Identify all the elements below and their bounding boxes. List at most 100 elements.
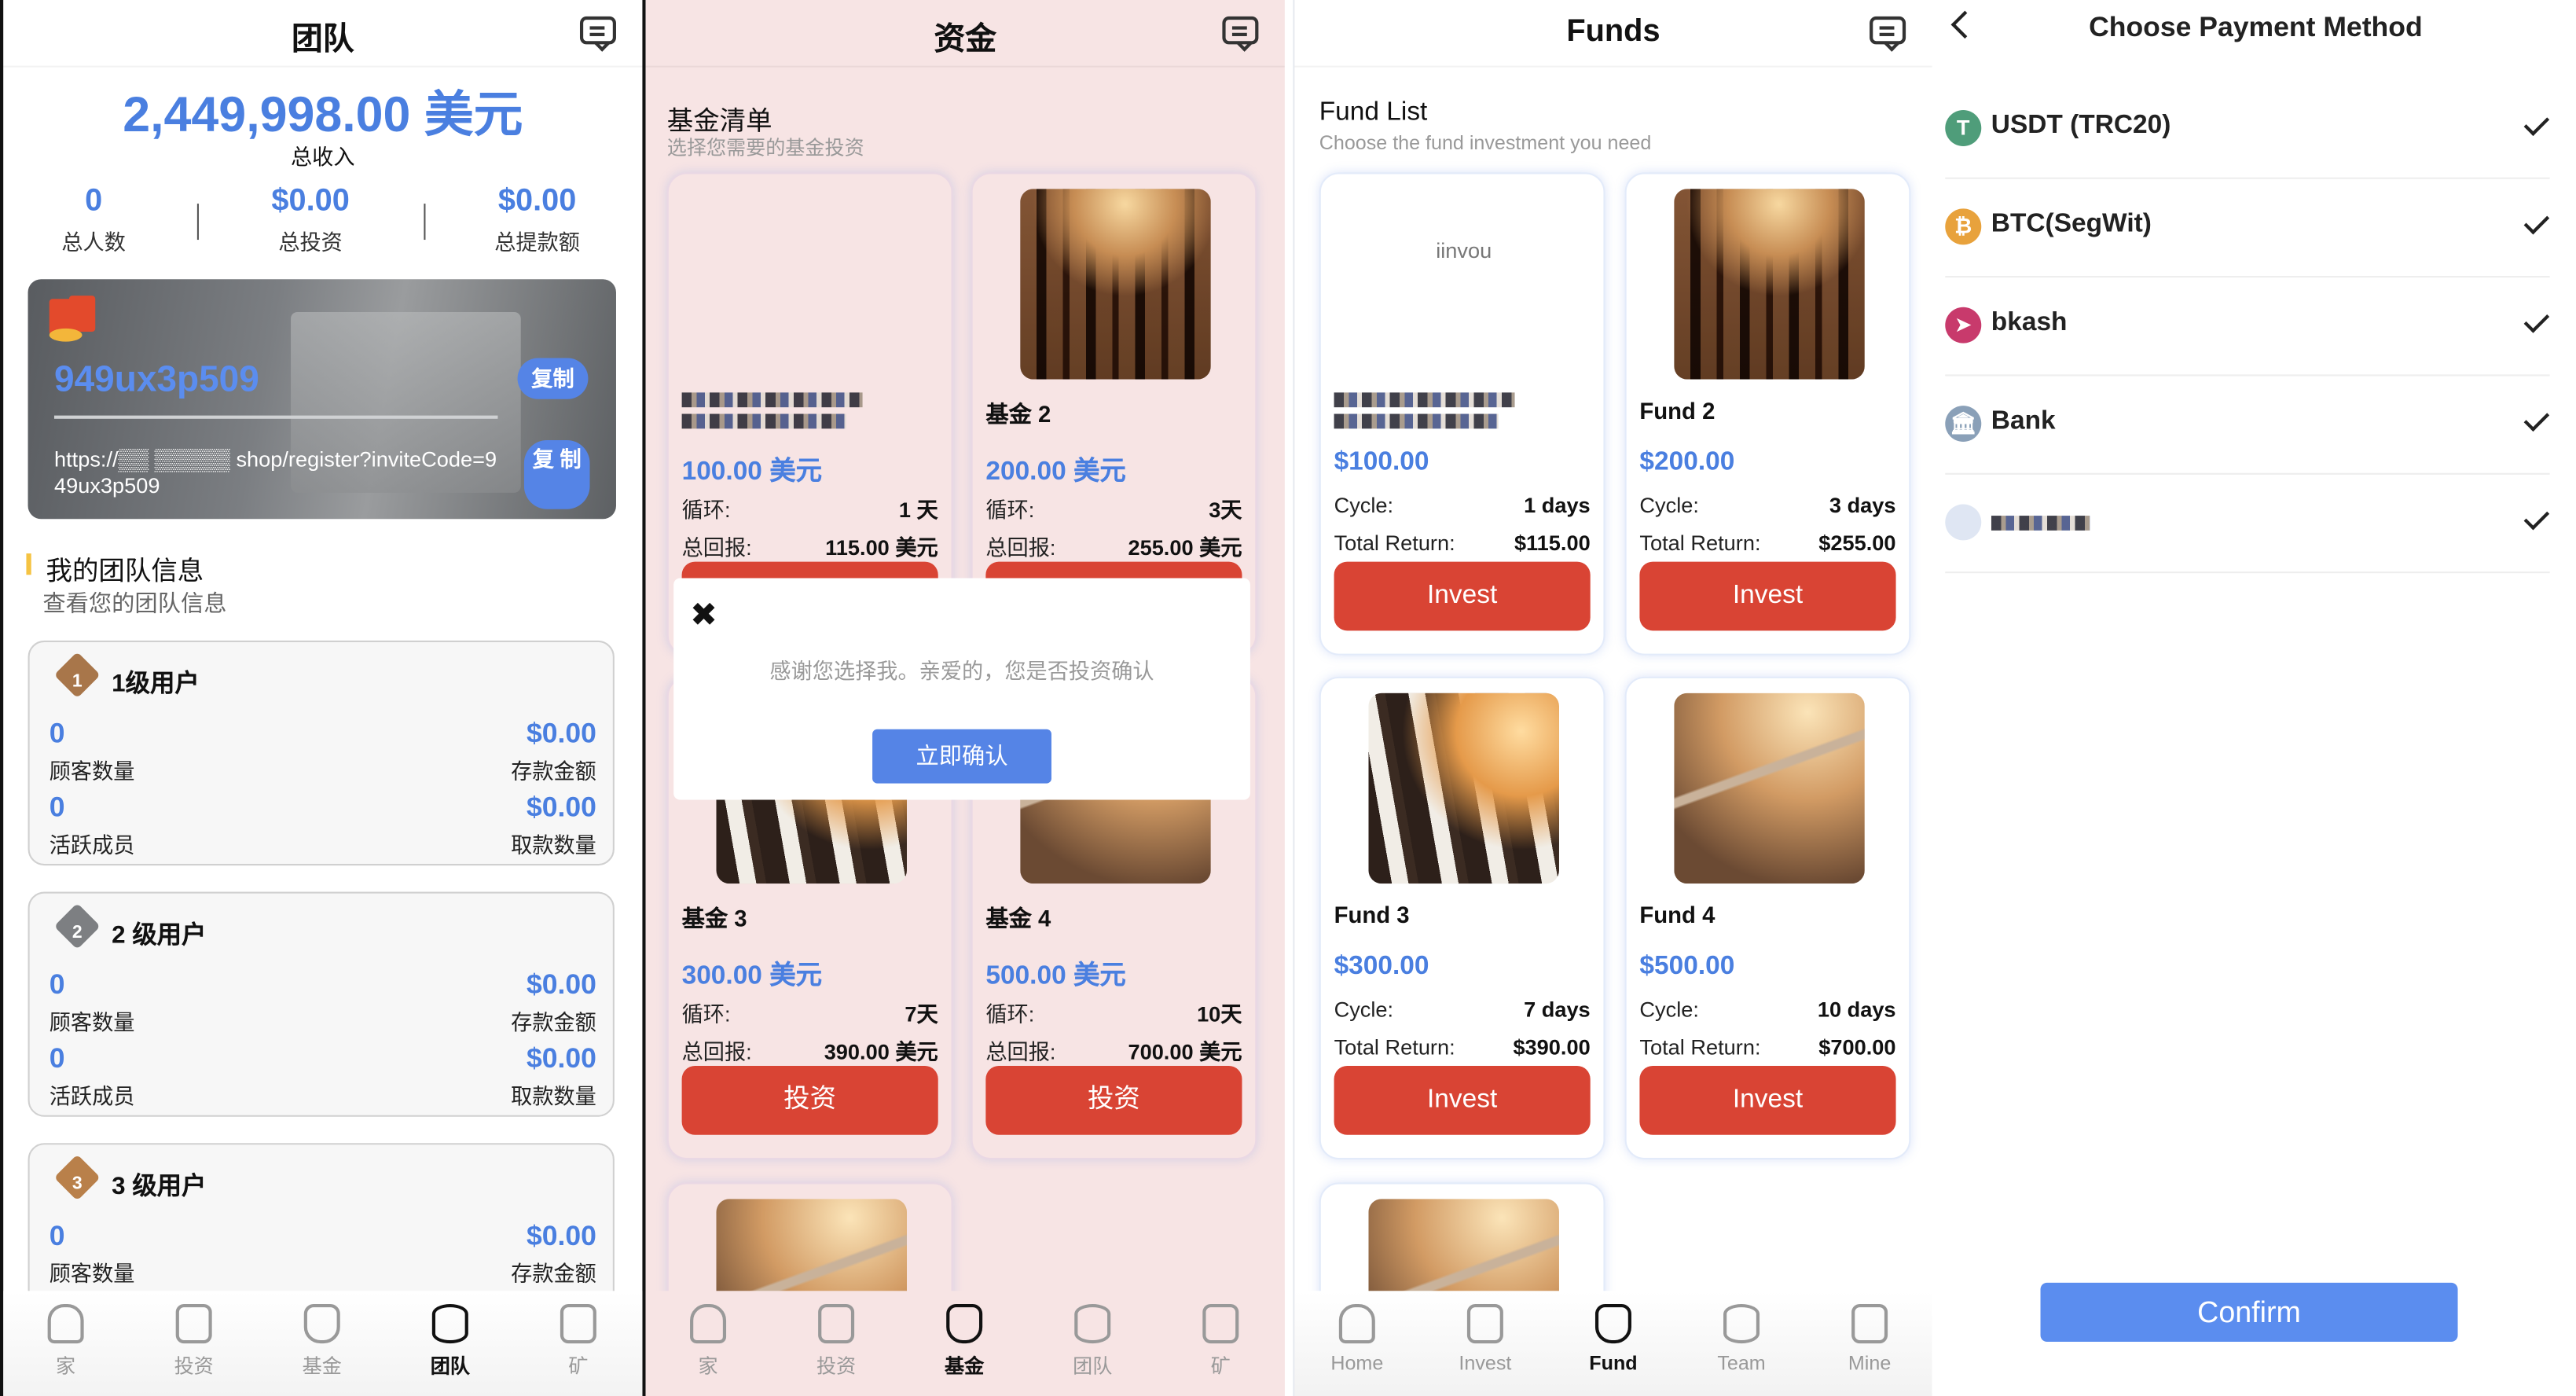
document-icon bbox=[1466, 1303, 1503, 1344]
redacted-payment-label bbox=[1991, 516, 2090, 531]
nav-item-2[interactable]: 基金 bbox=[915, 1303, 1013, 1379]
message-icon[interactable] bbox=[1222, 16, 1259, 45]
funds-cn-screen: 资金 基金清单 选择您需要的基金投资 100.00 美元 循环: 1 天总回报: 11… bbox=[645, 0, 1285, 1396]
return-row: 总回报: 390.00 美元 bbox=[682, 1034, 938, 1066]
nav-item-3[interactable]: 团队 bbox=[1044, 1303, 1142, 1379]
nav-item-2[interactable]: Fund bbox=[1564, 1303, 1662, 1375]
message-icon[interactable] bbox=[579, 16, 616, 45]
invest-button[interactable]: 投资 bbox=[681, 1066, 938, 1135]
active-members-label: 活跃成员 bbox=[49, 832, 135, 858]
home-icon bbox=[47, 1303, 84, 1344]
invest-button[interactable]: Invest bbox=[1334, 561, 1591, 631]
return-row: 总回报: 700.00 美元 bbox=[985, 1034, 1242, 1066]
fund-name: Fund 2 bbox=[1639, 397, 1715, 424]
funds-en-screen: Funds Fund List Choose the fund investme… bbox=[1293, 0, 1932, 1396]
invest-button[interactable]: 投资 bbox=[985, 1066, 1242, 1135]
stat-total-people: 0 总人数 bbox=[3, 184, 184, 256]
confirm-button[interactable]: Confirm bbox=[2040, 1282, 2458, 1343]
checkmark-icon bbox=[2523, 504, 2550, 531]
payment-method-label: BTC(SegWit) bbox=[1991, 210, 2152, 238]
copy-url-button[interactable]: 复 制 bbox=[523, 439, 590, 509]
copy-code-button[interactable]: 复制 bbox=[517, 358, 589, 399]
stat-label: 总投资 bbox=[278, 230, 343, 255]
redacted-icon bbox=[1945, 504, 1982, 541]
badge-number: 2 bbox=[72, 923, 83, 943]
total-income-label: 总收入 bbox=[291, 144, 355, 170]
nav-label: 投资 bbox=[174, 1354, 214, 1379]
payment-method-4[interactable] bbox=[1945, 473, 2550, 574]
list-subtitle: Choose the fund investment you need bbox=[1319, 131, 1652, 155]
withdraw-amount: $0.00 bbox=[526, 1042, 596, 1075]
active-members-label: 活跃成员 bbox=[49, 1084, 135, 1109]
modal-message: 感谢您选择我。亲爱的，您是否投资确认 bbox=[769, 658, 1154, 684]
section-title: 我的团队信息 bbox=[46, 558, 204, 586]
level-2-card: 2 2 级用户 0 顾客数量 $0.00 存款金额 0 活跃成员 $0.00 取… bbox=[28, 891, 615, 1117]
withdraw-amount: $0.00 bbox=[526, 792, 596, 823]
total-return-label: Total Return: bbox=[1639, 530, 1761, 556]
cycle-value: 10 days bbox=[1817, 997, 1896, 1022]
nav-item-4[interactable]: 矿 bbox=[529, 1303, 627, 1379]
invite-banner: 949ux3p509 复制 https://▒▒ ▒▒▒▒▒ shop/regi… bbox=[28, 279, 616, 520]
nav-item-4[interactable]: Mine bbox=[1820, 1303, 1918, 1375]
nav-item-0[interactable]: 家 bbox=[17, 1303, 115, 1379]
payment-method-1[interactable]: ₿ BTC(SegWit) bbox=[1945, 178, 2550, 278]
divider bbox=[53, 415, 498, 419]
accent-bar bbox=[26, 553, 31, 575]
header: 资金 bbox=[645, 0, 1285, 68]
total-return-label: 总回报: bbox=[985, 1039, 1056, 1064]
nav-item-3[interactable]: 团队 bbox=[401, 1303, 499, 1379]
fund-card: iinvou $100.00 Cycle: 1 days Total Return: $1… bbox=[1319, 172, 1605, 656]
total-return-value: 115.00 美元 bbox=[825, 535, 938, 560]
section-subtitle: 查看您的团队信息 bbox=[42, 590, 227, 616]
cycle-row: Cycle: 7 days bbox=[1334, 997, 1591, 1021]
cycle-row: 循环: 3天 bbox=[985, 493, 1242, 524]
fund-image: iinvou bbox=[1368, 189, 1559, 379]
confirm-now-button[interactable]: 立即确认 bbox=[872, 729, 1051, 784]
invest-button[interactable]: Invest bbox=[1639, 1066, 1896, 1135]
total-return-label: Total Return: bbox=[1334, 1034, 1455, 1060]
payment-method-0[interactable]: T USDT (TRC20) bbox=[1945, 79, 2550, 179]
customer-count-label: 顾客数量 bbox=[49, 759, 135, 784]
fund-card: Fund 3 $300.00 Cycle: 7 days Total Return: $3… bbox=[1319, 676, 1605, 1160]
nav-label: 家 bbox=[56, 1354, 76, 1379]
deposit-amount: $0.00 bbox=[526, 718, 596, 749]
fund-price: 300.00 美元 bbox=[681, 962, 823, 990]
nav-item-1[interactable]: 投资 bbox=[145, 1303, 243, 1379]
level-1-badge-icon: 1 bbox=[53, 652, 102, 701]
invest-button[interactable]: Invest bbox=[1639, 561, 1896, 631]
total-return-value: $115.00 bbox=[1514, 530, 1591, 556]
team-screen: 团队 2,449,998.00 美元 总收入 0 总人数 $0.00 总投资 $0.… bbox=[0, 0, 646, 1396]
level-name: 2 级用户 bbox=[112, 921, 207, 950]
nav-item-3[interactable]: Team bbox=[1692, 1303, 1790, 1375]
nav-label: Mine bbox=[1848, 1351, 1892, 1375]
cycle-row: 循环: 10天 bbox=[985, 997, 1242, 1028]
level-1-card: 1 1级用户 0 顾客数量 $0.00 存款金额 0 活跃成员 $0.00 取款… bbox=[28, 640, 615, 866]
payment-method-2[interactable]: ➤ bkash bbox=[1945, 276, 2550, 377]
nav-item-1[interactable]: 投资 bbox=[787, 1303, 885, 1379]
nav-item-0[interactable]: 家 bbox=[659, 1303, 757, 1379]
return-row: Total Return: $390.00 bbox=[1334, 1034, 1591, 1059]
fund-price: $300.00 bbox=[1334, 952, 1429, 981]
nav-label: Team bbox=[1717, 1351, 1766, 1375]
cycle-value: 7天 bbox=[905, 1001, 938, 1027]
stat-total-investment: $0.00 总投资 bbox=[220, 184, 401, 256]
total-income-value: 2,449,998.00 美元 bbox=[123, 88, 523, 143]
fund-card: Fund 2 $200.00 Cycle: 3 days Total Return: $2… bbox=[1624, 172, 1911, 656]
fund-image bbox=[1020, 189, 1211, 380]
nav-label: 矿 bbox=[1210, 1354, 1231, 1379]
fund-name: 基金 3 bbox=[681, 905, 747, 931]
payment-method-3[interactable]: 🏛 Bank bbox=[1945, 374, 2550, 475]
list-subtitle: 选择您需要的基金投资 bbox=[666, 136, 864, 160]
nav-item-4[interactable]: 矿 bbox=[1172, 1303, 1270, 1379]
cycle-label: 循环: bbox=[985, 498, 1035, 523]
payment-method-label: bkash bbox=[1991, 308, 2068, 337]
home-icon bbox=[690, 1303, 727, 1344]
customer-count-label: 顾客数量 bbox=[49, 1009, 135, 1035]
redacted-fund-name bbox=[681, 392, 863, 408]
nav-item-2[interactable]: 基金 bbox=[273, 1303, 371, 1379]
close-icon[interactable]: ✖ bbox=[690, 594, 717, 635]
nav-item-0[interactable]: Home bbox=[1308, 1303, 1406, 1375]
message-icon[interactable] bbox=[1870, 16, 1906, 45]
invest-button[interactable]: Invest bbox=[1334, 1066, 1591, 1135]
nav-item-1[interactable]: Invest bbox=[1436, 1303, 1534, 1375]
